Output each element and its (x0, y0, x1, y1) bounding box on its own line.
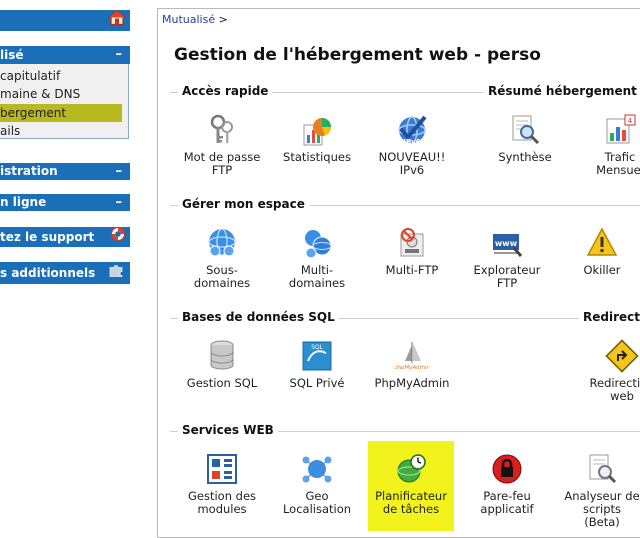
svg-text:SQL: SQL (311, 344, 324, 351)
tile-statistiques[interactable]: Statistiques (269, 113, 365, 164)
tile-trafic-mensuel[interactable]: 4 Trafic Mensuel (572, 113, 640, 177)
tile-explorateur-ftp[interactable]: www Explorateur FTP (459, 226, 555, 290)
tile-label: Okiller (583, 263, 621, 277)
tile-label: PhpMyAdmin (374, 376, 450, 390)
tile-label: FTP (496, 276, 518, 290)
tile-label: de tâches (382, 502, 440, 516)
tile-label: FTP (211, 163, 233, 177)
section-title-gerer: Gérer mon espace (178, 197, 309, 211)
sidebar-section-label: s additionnels (0, 266, 96, 280)
tile-label: modules (197, 502, 247, 516)
sidebar-item-recapitulatif[interactable]: capitulatif (0, 67, 122, 85)
section-title-acces-rapide: Accès rapide (178, 84, 273, 98)
section-title-resume: Résumé hébergement (484, 84, 640, 98)
sidebar-section-services[interactable]: s additionnels (0, 262, 130, 284)
calendar-chart-icon: 4 (606, 114, 636, 144)
section-title-redirection: Redirection (579, 310, 640, 324)
sidebar-section-label: istration (0, 164, 58, 178)
tile-gestion-sql[interactable]: Gestion SQL (174, 339, 270, 390)
sidebar-section-label: n ligne (0, 195, 47, 209)
tile-label: web (610, 389, 634, 403)
tile-label: domaines (193, 276, 251, 290)
sidebar-home-bar[interactable] (0, 10, 130, 31)
stats-icon (303, 118, 331, 146)
tile-pare-feu[interactable]: Pare-feu applicatif (459, 452, 555, 516)
svg-text:4: 4 (628, 117, 633, 125)
tile-label: Multi-FTP (385, 263, 439, 277)
phpmyadmin-icon: phpMyAdmin (395, 342, 429, 371)
section-title-sql: Bases de données SQL (178, 310, 339, 324)
tile-label: Statistiques (283, 150, 351, 164)
tile-sql-prive[interactable]: SQL SQL Privé (269, 339, 365, 390)
tile-label: IPv6 (399, 163, 425, 177)
sidebar-section-label: tez le support (0, 230, 95, 244)
sidebar-submenu: capitulatif maine & DNS bergement ails (0, 64, 129, 139)
collapse-icon[interactable]: – (116, 194, 123, 211)
firewall-lock-icon (492, 454, 522, 484)
svg-text:IPv6: IPv6 (403, 138, 420, 146)
tile-synthese[interactable]: Synthèse (477, 113, 573, 164)
breadcrumb: Mutualisé > (162, 13, 228, 26)
tile-label: domaines (288, 276, 346, 290)
sidebar-item-domaine-dns[interactable]: maine & DNS (0, 85, 122, 103)
www-folder-icon: www (493, 234, 523, 257)
network-globe-icon (302, 456, 332, 483)
tile-redirection-web[interactable]: Redirection web (574, 339, 640, 403)
sidebar-section-support[interactable]: tez le support (0, 227, 130, 247)
sidebar-section-administration[interactable]: istration – (0, 163, 130, 180)
lifebuoy-icon (110, 227, 126, 247)
tile-label: SQL Privé (289, 376, 345, 390)
tile-label: (Beta) (584, 515, 620, 529)
modules-icon (207, 454, 237, 484)
tile-password-ftp[interactable]: Mot de passe FTP (174, 113, 270, 177)
collapse-icon[interactable]: – (116, 163, 123, 180)
breadcrumb-link-mutualise[interactable]: Mutualisé (162, 13, 215, 26)
magnifier-document-icon (512, 115, 540, 145)
globe-icon (208, 228, 236, 257)
puzzle-icon (108, 262, 126, 284)
tile-okiller[interactable]: Okiller (554, 226, 640, 277)
redirect-sign-icon (605, 339, 639, 373)
sidebar-item-emails[interactable]: ails (0, 122, 122, 140)
tile-geo-localisation[interactable]: Geo Localisation (269, 452, 365, 516)
section-title-services: Services WEB (178, 423, 278, 437)
mysql-icon: SQL (302, 341, 332, 371)
tile-multi-domaines[interactable]: Multi- domaines (269, 226, 365, 290)
tile-label: Localisation (282, 502, 352, 516)
tile-phpmyadmin[interactable]: phpMyAdmin PhpMyAdmin (364, 339, 460, 390)
collapse-icon[interactable]: – (116, 46, 123, 64)
ftp-users-icon (400, 228, 424, 257)
multi-globe-icon (305, 230, 332, 259)
main-panel: Mutualisé > Gestion de l'hébergement web… (157, 8, 640, 538)
scheduler-clock-icon (397, 454, 426, 483)
sidebar-section-mutualise[interactable]: lisé – (0, 46, 130, 64)
script-analyzer-icon (589, 454, 617, 484)
keys-icon (210, 114, 233, 143)
tile-label: applicatif (480, 502, 534, 516)
tile-label: Synthèse (498, 150, 552, 164)
warning-icon (586, 227, 618, 256)
tile-label: Mensuel (596, 163, 640, 177)
page-title: Gestion de l'hébergement web - perso (174, 45, 541, 65)
home-icon[interactable] (107, 10, 127, 31)
breadcrumb-separator: > (218, 13, 228, 26)
sidebar-section-label: lisé (0, 48, 24, 62)
sidebar-section-en-ligne[interactable]: n ligne – (0, 194, 130, 211)
database-icon (210, 340, 234, 370)
tile-label: Gestion SQL (186, 376, 258, 390)
svg-text:www: www (495, 239, 518, 248)
tile-sous-domaines[interactable]: Sous- domaines (174, 226, 270, 290)
svg-text:phpMyAdmin: phpMyAdmin (395, 365, 429, 371)
tile-ipv6[interactable]: IPv6 NOUVEAU!! IPv6 (364, 113, 460, 177)
tile-multi-ftp[interactable]: Multi-FTP (364, 226, 460, 277)
tile-gestion-modules[interactable]: Gestion des modules (174, 452, 270, 516)
sidebar-item-hebergement[interactable]: bergement (0, 104, 122, 122)
tile-analyseur-scripts[interactable]: Analyseur de scripts (Beta) (554, 452, 640, 529)
ipv6-icon: IPv6 (398, 115, 427, 146)
tile-planificateur-taches[interactable]: Planificateur de tâches (368, 441, 454, 531)
